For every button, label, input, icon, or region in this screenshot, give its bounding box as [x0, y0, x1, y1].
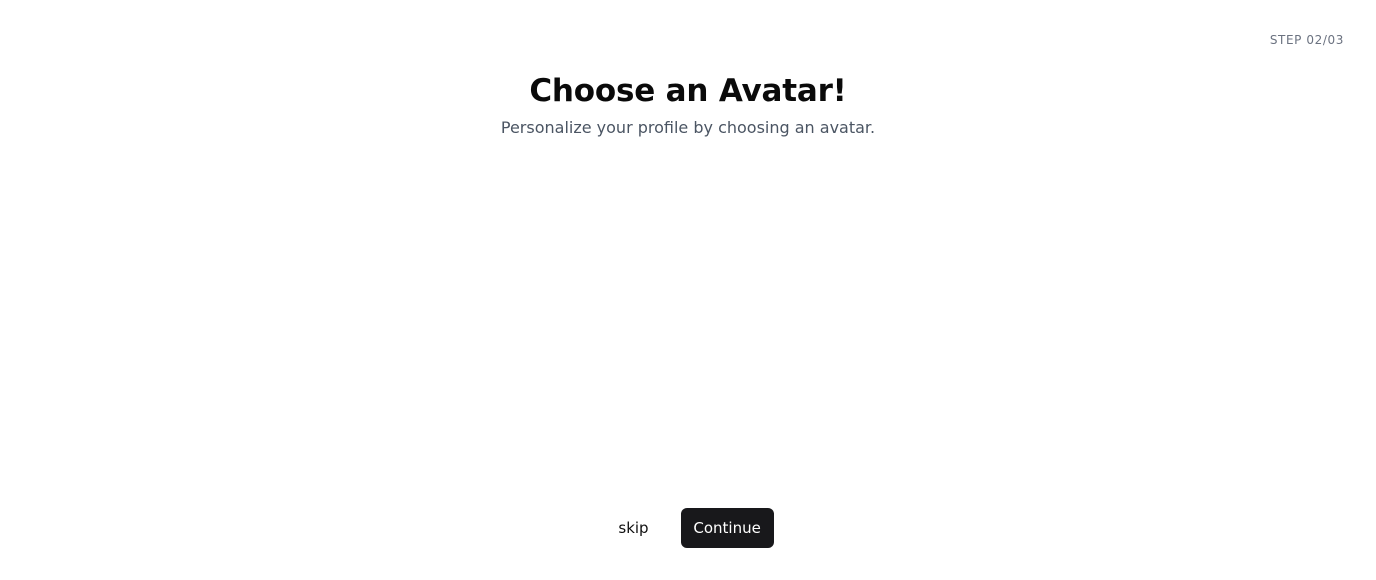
- page-title: Choose an Avatar!: [529, 73, 847, 109]
- continue-button[interactable]: Continue: [680, 508, 774, 548]
- skip-button[interactable]: skip: [602, 508, 664, 548]
- onboarding-page: STEP 02/03 Choose an Avatar! Personalize…: [0, 0, 1376, 580]
- header: Choose an Avatar! Personalize your profi…: [0, 72, 1376, 138]
- step-indicator: STEP 02/03: [1269, 33, 1344, 47]
- avatar-selection-area: [0, 160, 1376, 480]
- page-subtitle: Personalize your profile by choosing an …: [500, 118, 876, 137]
- action-bar: skip Continue: [0, 508, 1376, 548]
